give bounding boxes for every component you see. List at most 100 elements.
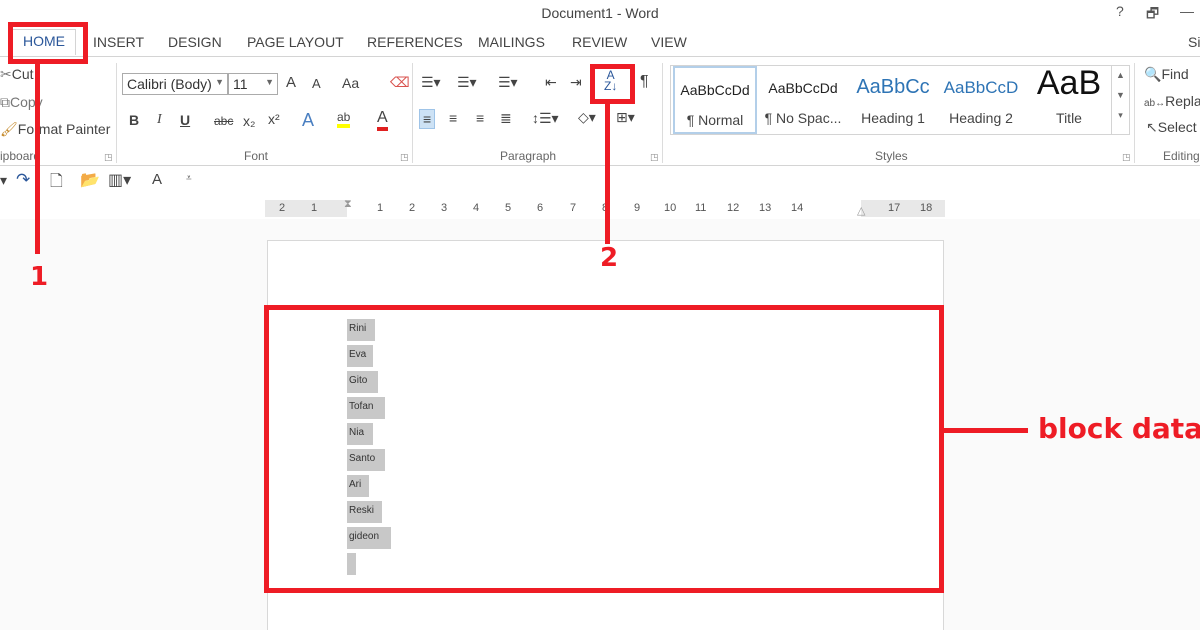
styles-launcher-icon[interactable]: ◳ <box>1122 152 1131 163</box>
font-name-combo[interactable]: Calibri (Body) ▼ <box>122 73 228 95</box>
style-preview: AaB <box>1036 66 1102 102</box>
text-effects-button[interactable]: A <box>302 110 314 131</box>
annotation-box-sort <box>590 64 635 104</box>
undo-dropdown-icon[interactable]: ▾ <box>0 172 7 189</box>
ruler-tick: 6 <box>537 202 544 214</box>
align-center-icon[interactable]: ≡ <box>449 110 457 126</box>
clear-formatting-icon[interactable]: ⌫ <box>390 74 410 91</box>
increase-indent-icon[interactable]: ⇥ <box>570 74 582 91</box>
line-spacing-icon[interactable]: ↕☰▾ <box>532 110 559 127</box>
font-launcher-icon[interactable]: ◳ <box>400 152 409 163</box>
ribbon-tabs: HOME INSERT DESIGN PAGE LAYOUT REFERENCE… <box>0 28 1200 58</box>
cursor-icon: ↖ <box>1146 119 1158 135</box>
decrease-indent-icon[interactable]: ⇤ <box>545 74 557 91</box>
highlight-button[interactable]: ab <box>337 110 351 128</box>
tab-view[interactable]: VIEW <box>651 34 687 50</box>
ribbon-display-options-button[interactable]: 🗗 <box>1146 3 1159 27</box>
font-size-value: 11 <box>233 76 248 92</box>
style-title[interactable]: AaB Title <box>1027 66 1111 134</box>
help-button[interactable]: ? <box>1116 3 1124 19</box>
indent-marker-icon[interactable]: ⧗ <box>344 198 352 211</box>
search-icon: 🔍 <box>1144 66 1162 82</box>
paintbrush-icon: 🖌 <box>0 121 18 137</box>
find-label: Find <box>1161 66 1189 82</box>
tab-page-layout[interactable]: PAGE LAYOUT <box>247 34 344 50</box>
font-style-button[interactable]: A <box>152 171 162 188</box>
redo-icon[interactable]: ↷ <box>16 170 30 190</box>
ruler-tick: 13 <box>759 202 772 214</box>
show-formatting-button[interactable]: ¶ <box>640 73 649 91</box>
borders-icon[interactable]: ⊞▾ <box>616 109 635 126</box>
chevron-up-icon[interactable]: ▲ <box>1112 70 1129 80</box>
shading-icon[interactable]: ◇▾ <box>578 109 596 126</box>
style-name: ¶ No Spac... <box>764 110 842 126</box>
strikethrough-button[interactable]: abc <box>214 114 233 128</box>
style-preview: AaBbCc <box>856 76 930 98</box>
copy-icon: ⧉ <box>0 94 10 110</box>
select-button[interactable]: ↖Select <box>1146 119 1197 136</box>
open-folder-icon[interactable]: 📂 <box>80 170 100 190</box>
style-heading-1[interactable]: AaBbCc Heading 1 <box>851 66 935 134</box>
window-title: Document1 - Word <box>541 5 659 21</box>
group-separator <box>116 63 117 163</box>
tab-review[interactable]: REVIEW <box>572 34 627 50</box>
ruler-tick: 18 <box>920 202 933 214</box>
style-heading-2[interactable]: AaBbCcD Heading 2 <box>939 66 1023 134</box>
group-separator <box>412 63 413 163</box>
numbering-icon[interactable]: ☰▾ <box>457 74 477 91</box>
title-bar: Document1 - Word ? 🗗 — <box>0 0 1200 27</box>
align-right-icon[interactable]: ≡ <box>476 110 484 126</box>
underline-button[interactable]: U <box>180 112 190 128</box>
ruler-tick: 3 <box>441 202 448 214</box>
bullets-icon[interactable]: ☰▾ <box>421 74 441 91</box>
ruler-tick: 1 <box>311 202 318 214</box>
replace-button[interactable]: ab↔Replace <box>1144 93 1200 109</box>
tab-mailings[interactable]: MAILINGS <box>478 34 545 50</box>
italic-button[interactable]: I <box>157 112 162 128</box>
tab-references[interactable]: REFERENCES <box>367 34 463 50</box>
table-icon[interactable]: ▥▾ <box>108 170 131 190</box>
customize-qat-icon[interactable]: ⩡ <box>186 173 192 184</box>
style-no-spacing[interactable]: AaBbCcDd ¶ No Spac... <box>761 66 845 134</box>
scissors-icon: ✂ <box>0 66 12 82</box>
tab-insert[interactable]: INSERT <box>93 34 144 50</box>
minimize-button[interactable]: — <box>1180 3 1194 19</box>
change-case-button[interactable]: Aa <box>342 75 359 91</box>
sign-in-link[interactable]: Si <box>1188 34 1200 50</box>
annotation-number-2: 2 <box>600 243 619 273</box>
group-separator <box>662 63 663 163</box>
ruler-tick: 17 <box>888 202 901 214</box>
font-size-combo[interactable]: 11 ▼ <box>228 73 278 95</box>
grow-font-button[interactable]: A <box>286 74 296 91</box>
subscript-button[interactable]: x₂ <box>243 113 255 129</box>
paragraph-launcher-icon[interactable]: ◳ <box>650 152 659 163</box>
justify-icon[interactable]: ≣ <box>500 110 512 127</box>
ruler-tick: 11 <box>695 202 707 214</box>
font-color-button[interactable]: A <box>377 109 388 131</box>
annotation-number-1: 1 <box>30 262 49 292</box>
cut-button[interactable]: ✂Cut <box>0 66 34 83</box>
chevron-down-icon: ▼ <box>265 77 274 87</box>
clipboard-launcher-icon[interactable]: ◳ <box>104 152 113 163</box>
replace-label: Replace <box>1165 93 1200 109</box>
superscript-button[interactable]: x² <box>268 111 280 127</box>
find-button[interactable]: 🔍Find <box>1144 66 1189 83</box>
shrink-font-button[interactable]: A <box>312 76 321 91</box>
format-painter-button[interactable]: 🖌Format Painter <box>0 121 110 138</box>
right-indent-marker-icon[interactable]: △ <box>857 204 865 217</box>
tab-design[interactable]: DESIGN <box>168 34 222 50</box>
new-document-icon[interactable]: 🗋 <box>50 170 63 197</box>
align-left-icon[interactable]: ≡ <box>419 109 436 129</box>
annotation-arrow-line <box>944 428 1028 433</box>
cut-label: Cut <box>11 66 34 82</box>
bold-button[interactable]: B <box>129 112 139 128</box>
ruler-tick: 9 <box>634 202 641 214</box>
gallery-scroll[interactable]: ▲ ▼ ▾ <box>1111 66 1129 134</box>
styles-gallery: AaBbCcDd ¶ Normal AaBbCcDd ¶ No Spac... … <box>670 65 1130 135</box>
multilevel-list-icon[interactable]: ☰▾ <box>498 74 518 91</box>
ruler-tick: 7 <box>570 202 577 214</box>
style-normal[interactable]: AaBbCcDd ¶ Normal <box>673 66 757 134</box>
chevron-down-icon[interactable]: ▼ <box>1112 90 1129 100</box>
annotation-line-2 <box>605 104 610 244</box>
more-icon[interactable]: ▾ <box>1112 110 1129 121</box>
